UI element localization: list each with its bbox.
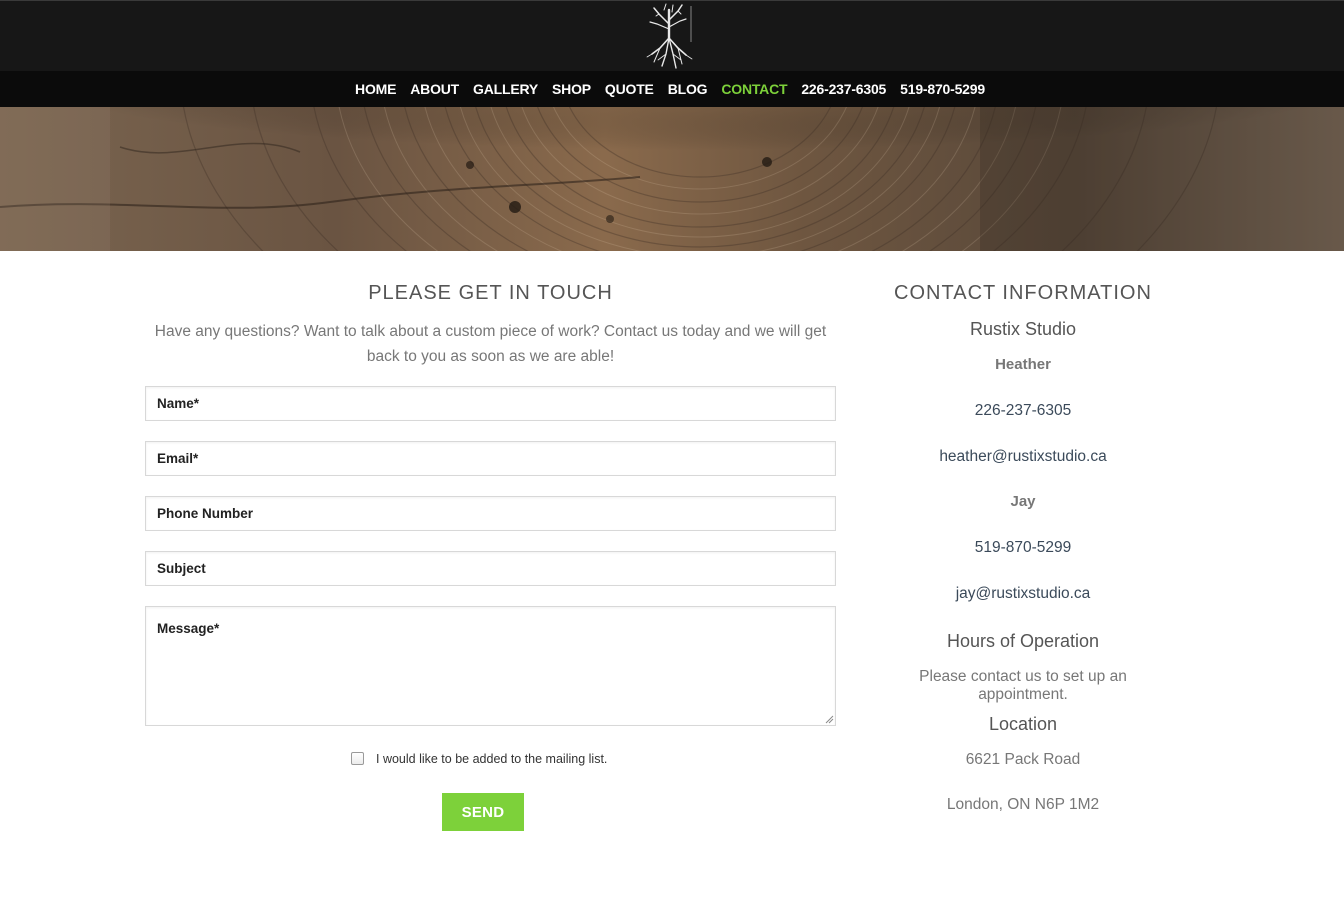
nav-home[interactable]: HOME <box>348 81 403 97</box>
nav-gallery[interactable]: GALLERY <box>466 81 545 97</box>
subject-field[interactable]: Subject <box>145 551 836 586</box>
studio-name: Rustix Studio <box>969 319 1077 339</box>
tree-logo-icon <box>646 3 693 69</box>
mailing-list-checkbox[interactable] <box>351 752 364 765</box>
name-placeholder: Name* <box>157 396 200 411</box>
phone-placeholder: Phone Number <box>157 506 254 521</box>
email-field[interactable]: Email* <box>145 441 836 476</box>
person1-name: Heather <box>995 356 1051 373</box>
message-textarea[interactable]: Message* <box>145 606 836 726</box>
hours-heading: Hours of Operation <box>946 631 1100 651</box>
contact-form-section: PLEASE GET IN TOUCH Have any questions? … <box>145 282 836 369</box>
hours-text: Please contact us to set up an appointme… <box>919 668 1127 703</box>
nav-shop[interactable]: SHOP <box>545 81 598 97</box>
contact-info-heading: CONTACT INFORMATION <box>894 282 1152 304</box>
form-intro-text: Have any questions? Want to talk about a… <box>154 323 827 365</box>
email-placeholder: Email* <box>157 451 199 466</box>
resize-grip-icon[interactable] <box>825 715 834 724</box>
person2-name: Jay <box>1010 493 1036 510</box>
phone-field[interactable]: Phone Number <box>145 496 836 531</box>
form-heading: PLEASE GET IN TOUCH <box>368 282 613 304</box>
nav-quote[interactable]: QUOTE <box>598 81 661 97</box>
name-field[interactable]: Name* <box>145 386 836 421</box>
person1-email-link[interactable]: heather@rustixstudio.ca <box>873 448 1173 466</box>
message-placeholder: Message* <box>157 621 220 636</box>
nav-about[interactable]: ABOUT <box>403 81 466 97</box>
site-header <box>0 0 1344 71</box>
subject-placeholder: Subject <box>157 561 206 576</box>
person1-phone-link[interactable]: 226-237-6305 <box>873 402 1173 420</box>
wood-banner-image <box>0 107 1344 251</box>
nav-contact[interactable]: CONTACT <box>714 81 794 97</box>
location-heading: Location <box>988 714 1058 734</box>
nav-blog[interactable]: BLOG <box>661 81 715 97</box>
person2-email-link[interactable]: jay@rustixstudio.ca <box>873 585 1173 603</box>
main-navigation: HOME ABOUT GALLERY SHOP QUOTE BLOG CONTA… <box>0 71 1344 107</box>
send-button[interactable]: SEND <box>442 793 524 831</box>
address-line-2: London, ON N6P 1M2 <box>946 796 1100 813</box>
rustix-logo[interactable] <box>642 2 698 72</box>
mailing-list-label: I would like to be added to the mailing … <box>376 752 608 766</box>
person2-phone-link[interactable]: 519-870-5299 <box>873 539 1173 557</box>
nav-phone-jay[interactable]: 519-870-5299 <box>893 81 992 97</box>
address-line-1: 6621 Pack Road <box>965 751 1081 768</box>
nav-phone-heather[interactable]: 226-237-6305 <box>794 81 893 97</box>
